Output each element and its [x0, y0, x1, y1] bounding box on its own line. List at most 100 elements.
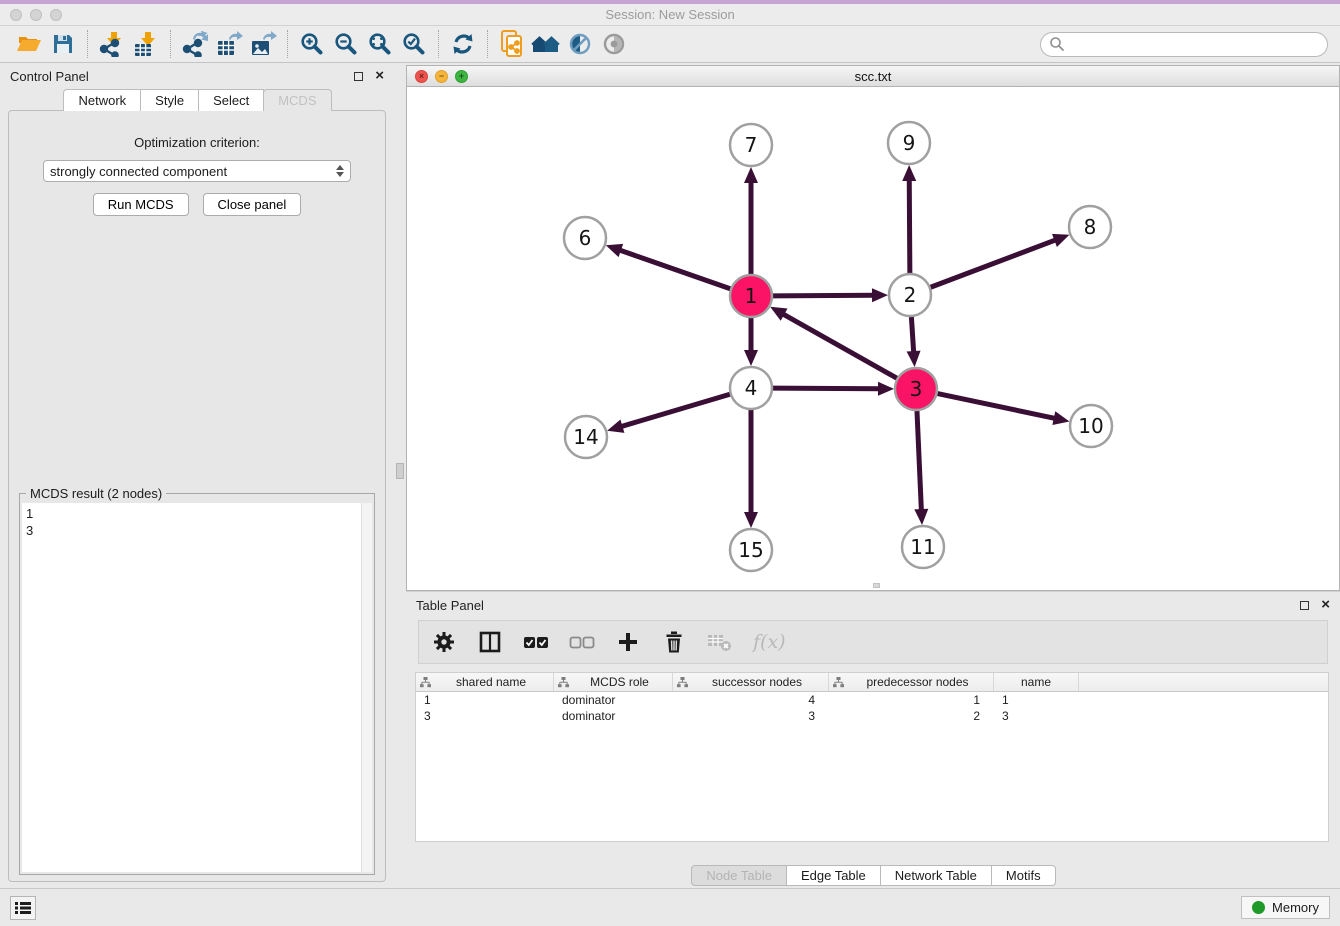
cell-name[interactable]: 3 — [994, 708, 1079, 724]
edge-1-6[interactable] — [619, 250, 730, 289]
open-session-button[interactable] — [12, 29, 46, 59]
zoom-out-button[interactable] — [329, 29, 363, 59]
column-header-successor-nodes[interactable]: successor nodes — [673, 673, 829, 691]
list-icon — [15, 901, 31, 915]
table-options-button[interactable] — [431, 628, 457, 656]
first-neighbors-button[interactable] — [529, 29, 563, 59]
apply-layout-button[interactable] — [446, 29, 480, 59]
eye-icon — [601, 31, 627, 57]
network-resize-grip[interactable] — [873, 583, 880, 588]
import-table-button[interactable] — [129, 29, 163, 59]
tab-edge-table[interactable]: Edge Table — [786, 865, 881, 886]
tab-select[interactable]: Select — [198, 89, 264, 111]
edge-2-9[interactable] — [909, 179, 910, 273]
hide-selected-button[interactable] — [563, 29, 597, 59]
close-table-panel-icon[interactable]: × — [1321, 600, 1330, 610]
cell-successor-nodes[interactable]: 4 — [673, 692, 829, 708]
table-row[interactable]: 1 dominator 4 1 1 — [416, 692, 1328, 708]
show-all-button[interactable] — [597, 29, 631, 59]
edge-arrowhead-3-11 — [914, 509, 928, 525]
tab-style[interactable]: Style — [140, 89, 199, 111]
delete-column-button[interactable] — [661, 628, 687, 656]
toolbar-search-field[interactable] — [1040, 32, 1328, 57]
cell-successor-nodes[interactable]: 3 — [673, 708, 829, 724]
search-input[interactable] — [1065, 37, 1319, 51]
import-table-icon — [132, 31, 160, 57]
show-column-panel-button[interactable] — [477, 628, 503, 656]
mcds-result-text[interactable]: 1 3 — [22, 503, 361, 872]
table-row[interactable]: 3 dominator 3 2 3 — [416, 708, 1328, 724]
zoom-out-icon — [333, 31, 359, 57]
delete-table-button[interactable] — [707, 628, 733, 656]
function-builder-button[interactable]: f(x) — [753, 628, 786, 656]
export-image-button[interactable] — [246, 29, 280, 59]
control-panel-title: Control Panel — [10, 69, 89, 84]
node-table[interactable]: shared name MCDS role successor nodes — [415, 672, 1329, 842]
hierarchy-icon — [558, 677, 569, 688]
close-panel-button[interactable]: Close panel — [203, 193, 302, 216]
column-header-predecessor-nodes[interactable]: predecessor nodes — [829, 673, 994, 691]
edge-arrowhead-2-8 — [1052, 234, 1069, 247]
tab-network[interactable]: Network — [63, 89, 141, 111]
zoom-fit-button[interactable] — [363, 29, 397, 59]
import-network-button[interactable] — [95, 29, 129, 59]
cell-name[interactable]: 1 — [994, 692, 1079, 708]
table-panel: Table Panel × — [406, 591, 1340, 888]
task-history-button[interactable] — [10, 896, 36, 920]
float-panel-icon[interactable] — [354, 72, 363, 81]
run-mcds-button[interactable]: Run MCDS — [93, 193, 189, 216]
column-header-mcds-role[interactable]: MCDS role — [554, 673, 673, 691]
column-header-shared-name[interactable]: shared name — [416, 673, 554, 691]
edge-arrowhead-2-9 — [902, 165, 916, 181]
network-canvas[interactable]: 7968124314101511 — [407, 87, 1339, 590]
tab-mcds[interactable]: MCDS — [263, 89, 331, 111]
cell-mcds-role[interactable]: dominator — [554, 692, 673, 708]
columns-icon — [478, 630, 502, 654]
edge-3-1[interactable] — [782, 314, 896, 379]
zoom-selected-button[interactable] — [397, 29, 431, 59]
tab-motifs[interactable]: Motifs — [991, 865, 1056, 886]
edge-arrowhead-1-7 — [744, 167, 758, 183]
session-title: Session: New Session — [0, 7, 1340, 22]
panel-splitter[interactable] — [394, 63, 406, 888]
zoom-in-button[interactable] — [295, 29, 329, 59]
network-graph[interactable]: 7968124314101511 — [407, 87, 1339, 589]
node-label-7: 7 — [745, 133, 758, 157]
cell-shared-name[interactable]: 3 — [416, 708, 554, 724]
hierarchy-icon — [420, 677, 431, 688]
edge-2-8[interactable] — [931, 240, 1057, 288]
cell-mcds-role[interactable]: dominator — [554, 708, 673, 724]
add-column-button[interactable] — [615, 628, 641, 656]
edge-3-10[interactable] — [938, 394, 1056, 419]
column-header-name[interactable]: name — [994, 673, 1079, 691]
edge-2-3[interactable] — [911, 317, 913, 353]
tab-network-table[interactable]: Network Table — [880, 865, 992, 886]
result-scrollbar[interactable] — [361, 503, 372, 872]
toolbar-separator — [87, 30, 88, 58]
close-panel-icon[interactable]: × — [375, 71, 384, 81]
export-network-button[interactable] — [178, 29, 212, 59]
deselect-all-button[interactable] — [569, 628, 595, 656]
edge-3-11[interactable] — [917, 411, 921, 511]
criterion-dropdown[interactable]: strongly connected component — [43, 160, 351, 182]
node-label-1: 1 — [745, 284, 758, 308]
splitter-grip-icon[interactable] — [396, 463, 404, 479]
open-folder-icon — [16, 32, 42, 56]
edge-4-14[interactable] — [621, 394, 730, 426]
float-table-panel-icon[interactable] — [1300, 601, 1309, 610]
tab-node-table[interactable]: Node Table — [691, 865, 787, 886]
save-session-button[interactable] — [46, 29, 80, 59]
main-toolbar — [0, 26, 1340, 63]
cell-predecessor-nodes[interactable]: 1 — [829, 692, 994, 708]
edge-4-3[interactable] — [773, 388, 880, 389]
checked-boxes-icon — [523, 635, 549, 649]
edge-1-2[interactable] — [773, 295, 874, 296]
edge-arrowhead-4-3 — [878, 382, 894, 396]
select-all-button[interactable] — [523, 628, 549, 656]
export-table-button[interactable] — [212, 29, 246, 59]
clone-network-button[interactable] — [495, 29, 529, 59]
memory-button[interactable]: Memory — [1241, 896, 1330, 919]
export-network-icon — [181, 31, 209, 57]
cell-predecessor-nodes[interactable]: 2 — [829, 708, 994, 724]
cell-shared-name[interactable]: 1 — [416, 692, 554, 708]
